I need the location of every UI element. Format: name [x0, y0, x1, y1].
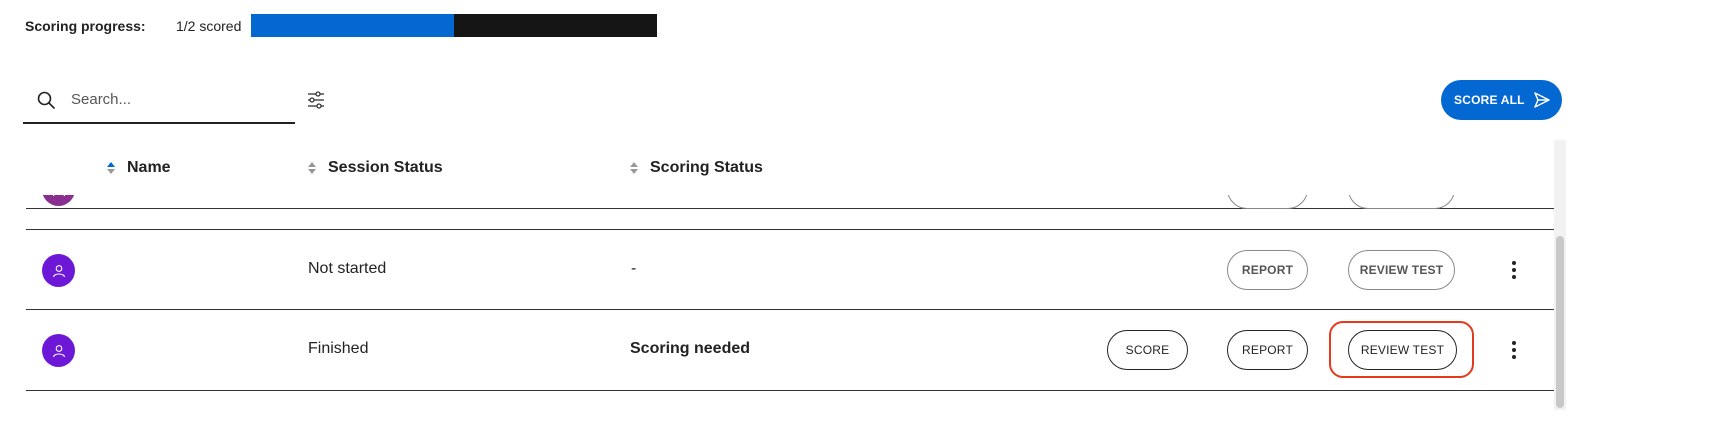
progress-bar-fill	[251, 14, 454, 37]
search-input[interactable]	[71, 87, 281, 111]
table-scrollbar[interactable]	[1554, 140, 1566, 410]
scoring-progress: Scoring progress: 1/2 scored	[25, 14, 276, 38]
progress-bar-track	[251, 14, 657, 37]
search-icon	[37, 91, 55, 109]
more-options-icon[interactable]	[1506, 340, 1522, 360]
table-row[interactable]: Not started - REPORT REVIEW TEST	[26, 229, 1554, 310]
review-test-button-label: REVIEW TEST	[1360, 343, 1445, 357]
report-button[interactable]: REPORT	[1227, 330, 1308, 370]
results-table: Name Session Status Scoring Status Not s…	[26, 140, 1554, 400]
column-header-session-status[interactable]: Session Status	[307, 159, 443, 177]
report-button[interactable]: REPORT	[1227, 250, 1308, 290]
user-icon	[52, 264, 65, 277]
column-header-scoring-status-label: Scoring Status	[650, 159, 763, 176]
session-status: Not started	[308, 260, 387, 277]
score-all-label: SCORE ALL	[1454, 93, 1525, 107]
table-header: Name Session Status Scoring Status	[26, 140, 1554, 195]
review-test-button[interactable]: REVIEW TEST	[1348, 330, 1457, 370]
search-box[interactable]	[23, 75, 295, 124]
column-header-name-label: Name	[127, 159, 171, 176]
session-status: Finished	[308, 340, 369, 357]
more-options-icon[interactable]	[1506, 260, 1522, 280]
column-header-scoring-status[interactable]: Scoring Status	[629, 159, 763, 177]
user-icon	[52, 344, 65, 357]
review-test-button-label: REVIEW TEST	[1359, 263, 1444, 277]
score-button[interactable]: SCORE	[1107, 330, 1188, 370]
table-row[interactable]: Finished Scoring needed SCORE REPORT REV…	[26, 310, 1554, 391]
scrollbar-thumb[interactable]	[1556, 236, 1564, 408]
score-all-button[interactable]: SCORE ALL	[1441, 80, 1562, 120]
sort-icon	[308, 162, 316, 174]
report-button-label: REPORT	[1241, 263, 1294, 277]
score-button-label: SCORE	[1125, 343, 1170, 357]
column-header-session-status-label: Session Status	[328, 159, 443, 176]
avatar	[42, 334, 75, 367]
progress-bar	[251, 14, 657, 37]
scoring-status: Scoring needed	[630, 340, 751, 357]
sort-ascending-icon	[107, 162, 115, 174]
scoring-status: -	[631, 260, 637, 277]
column-header-name[interactable]: Name	[106, 159, 171, 177]
avatar	[42, 254, 75, 287]
sort-icon	[630, 162, 638, 174]
scoring-progress-label: Scoring progress:	[25, 18, 146, 34]
review-test-button[interactable]: REVIEW TEST	[1348, 250, 1455, 290]
filter-sliders-icon[interactable]	[306, 90, 326, 110]
send-icon	[1534, 92, 1550, 108]
report-button-label: REPORT	[1242, 343, 1293, 357]
